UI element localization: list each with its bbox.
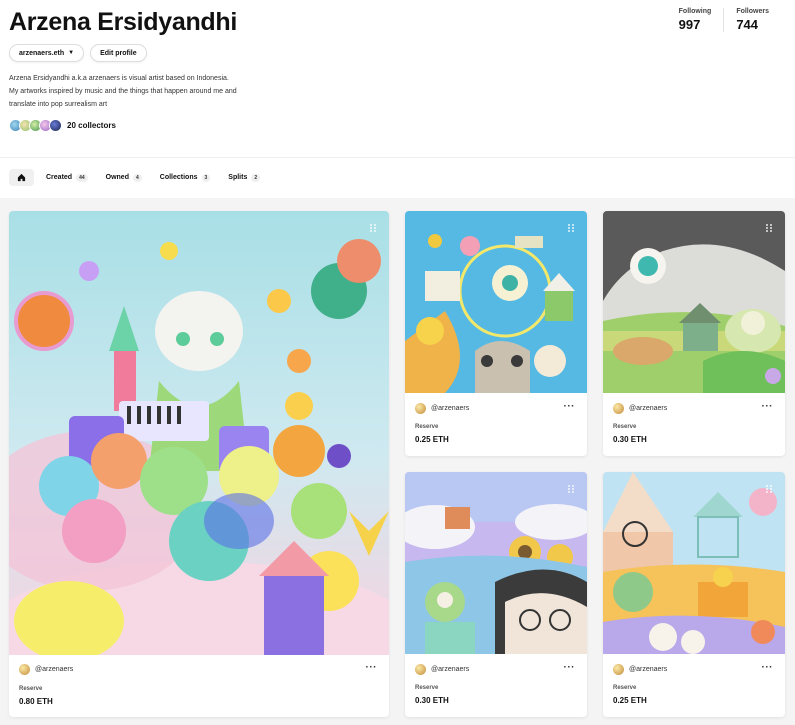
drag-grip-icon[interactable] (567, 223, 575, 233)
collectors-row[interactable]: 20 collectors (9, 119, 116, 132)
tab-owned[interactable]: Owned 4 (100, 169, 148, 186)
reserve-label: Reserve (415, 685, 439, 691)
bio-line: My artworks inspired by music and the th… (9, 88, 237, 95)
followers-label: Followers (736, 8, 769, 15)
artwork-image[interactable] (603, 472, 785, 654)
followers-stat[interactable]: Followers 744 (723, 8, 779, 32)
following-stat[interactable]: Following 997 (667, 8, 724, 32)
profile-name: Arzena Ersidyandhi (9, 8, 237, 36)
tab-count: 2 (251, 173, 261, 182)
bio-line: translate into pop surrealism art (9, 101, 108, 108)
tab-collections[interactable]: Collections 3 (154, 169, 217, 186)
avatar (415, 664, 426, 675)
card-meta: @arzenaers ··· Reserve 0.30 ETH (603, 393, 785, 456)
card-meta: @arzenaers ··· Reserve 0.25 ETH (603, 654, 785, 717)
collectors-count: 20 collectors (67, 121, 116, 130)
card-meta: @arzenaers ··· Reserve 0.80 ETH (9, 655, 389, 717)
reserve-label: Reserve (613, 685, 637, 691)
avatar (19, 664, 30, 675)
profile-actions: arzenaers.eth ▼ Edit profile (9, 44, 147, 62)
avatar (613, 664, 624, 675)
artwork-card[interactable]: @arzenaers ··· Reserve 0.25 ETH (603, 472, 785, 717)
more-options-icon[interactable]: ··· (366, 662, 378, 673)
reserve-label: Reserve (415, 424, 439, 430)
home-icon (17, 173, 26, 182)
artwork-image[interactable] (9, 211, 389, 655)
reserve-price: 0.25 ETH (415, 435, 449, 444)
reserve-price: 0.80 ETH (19, 697, 53, 706)
creator-link[interactable]: @arzenaers (415, 403, 469, 414)
section-divider (0, 157, 795, 158)
artwork-image[interactable] (603, 211, 785, 393)
artwork-image[interactable] (405, 211, 587, 393)
creator-link[interactable]: @arzenaers (613, 403, 667, 414)
profile-bio: Arzena Ersidyandhi a.k.a arzenaers is vi… (9, 72, 309, 111)
drag-grip-icon[interactable] (369, 223, 377, 233)
tab-label: Splits (228, 174, 248, 181)
tab-label: Created (46, 174, 73, 181)
reserve-price: 0.30 ETH (415, 696, 449, 705)
artwork-card[interactable]: @arzenaers ··· Reserve 0.80 ETH (9, 211, 389, 717)
avatar (613, 403, 624, 414)
reserve-label: Reserve (19, 686, 43, 692)
tab-count: 3 (201, 173, 211, 182)
artwork-image[interactable] (405, 472, 587, 654)
reserve-price: 0.30 ETH (613, 435, 647, 444)
tab-created[interactable]: Created 44 (40, 169, 94, 186)
tab-label: Owned (105, 174, 129, 181)
avatar (415, 403, 426, 414)
artwork-card[interactable]: @arzenaers ··· Reserve 0.25 ETH (405, 211, 587, 456)
avatar (49, 119, 62, 132)
collector-avatars (9, 119, 62, 132)
reserve-label: Reserve (613, 424, 637, 430)
creator-handle: @arzenaers (431, 405, 470, 412)
drag-grip-icon[interactable] (765, 223, 773, 233)
creator-handle: @arzenaers (629, 666, 668, 673)
more-options-icon[interactable]: ··· (564, 401, 576, 412)
edit-profile-button[interactable]: Edit profile (90, 44, 147, 62)
creator-link[interactable]: @arzenaers (19, 664, 73, 675)
following-count: 997 (678, 17, 701, 32)
tab-label: Collections (159, 174, 198, 181)
drag-grip-icon[interactable] (567, 484, 575, 494)
handle-label: arzenaers.eth (19, 49, 65, 57)
following-label: Following (678, 8, 712, 15)
artwork-card[interactable]: @arzenaers ··· Reserve 0.30 ETH (603, 211, 785, 456)
handle-dropdown[interactable]: arzenaers.eth ▼ (9, 44, 85, 62)
tab-count: 4 (132, 173, 142, 182)
more-options-icon[interactable]: ··· (564, 662, 576, 673)
more-options-icon[interactable]: ··· (762, 662, 774, 673)
drag-grip-icon[interactable] (765, 484, 773, 494)
artwork-card[interactable]: @arzenaers ··· Reserve 0.30 ETH (405, 472, 587, 717)
creator-link[interactable]: @arzenaers (415, 664, 469, 675)
card-meta: @arzenaers ··· Reserve 0.25 ETH (405, 393, 587, 456)
creator-link[interactable]: @arzenaers (613, 664, 667, 675)
chevron-down-icon: ▼ (68, 50, 75, 56)
profile-tabs: Created 44 Owned 4 Collections 3 Splits … (9, 169, 266, 186)
bio-line: Arzena Ersidyandhi a.k.a arzenaers is vi… (9, 75, 229, 82)
creator-handle: @arzenaers (629, 405, 668, 412)
tab-count: 44 (76, 173, 88, 182)
tab-splits[interactable]: Splits 2 (222, 169, 266, 186)
reserve-price: 0.25 ETH (613, 696, 647, 705)
profile-stats: Following 997 Followers 744 (667, 8, 779, 32)
followers-count: 744 (736, 17, 759, 32)
creator-handle: @arzenaers (431, 666, 470, 673)
tab-home[interactable] (9, 169, 34, 186)
card-meta: @arzenaers ··· Reserve 0.30 ETH (405, 654, 587, 717)
more-options-icon[interactable]: ··· (762, 401, 774, 412)
creator-handle: @arzenaers (35, 666, 74, 673)
